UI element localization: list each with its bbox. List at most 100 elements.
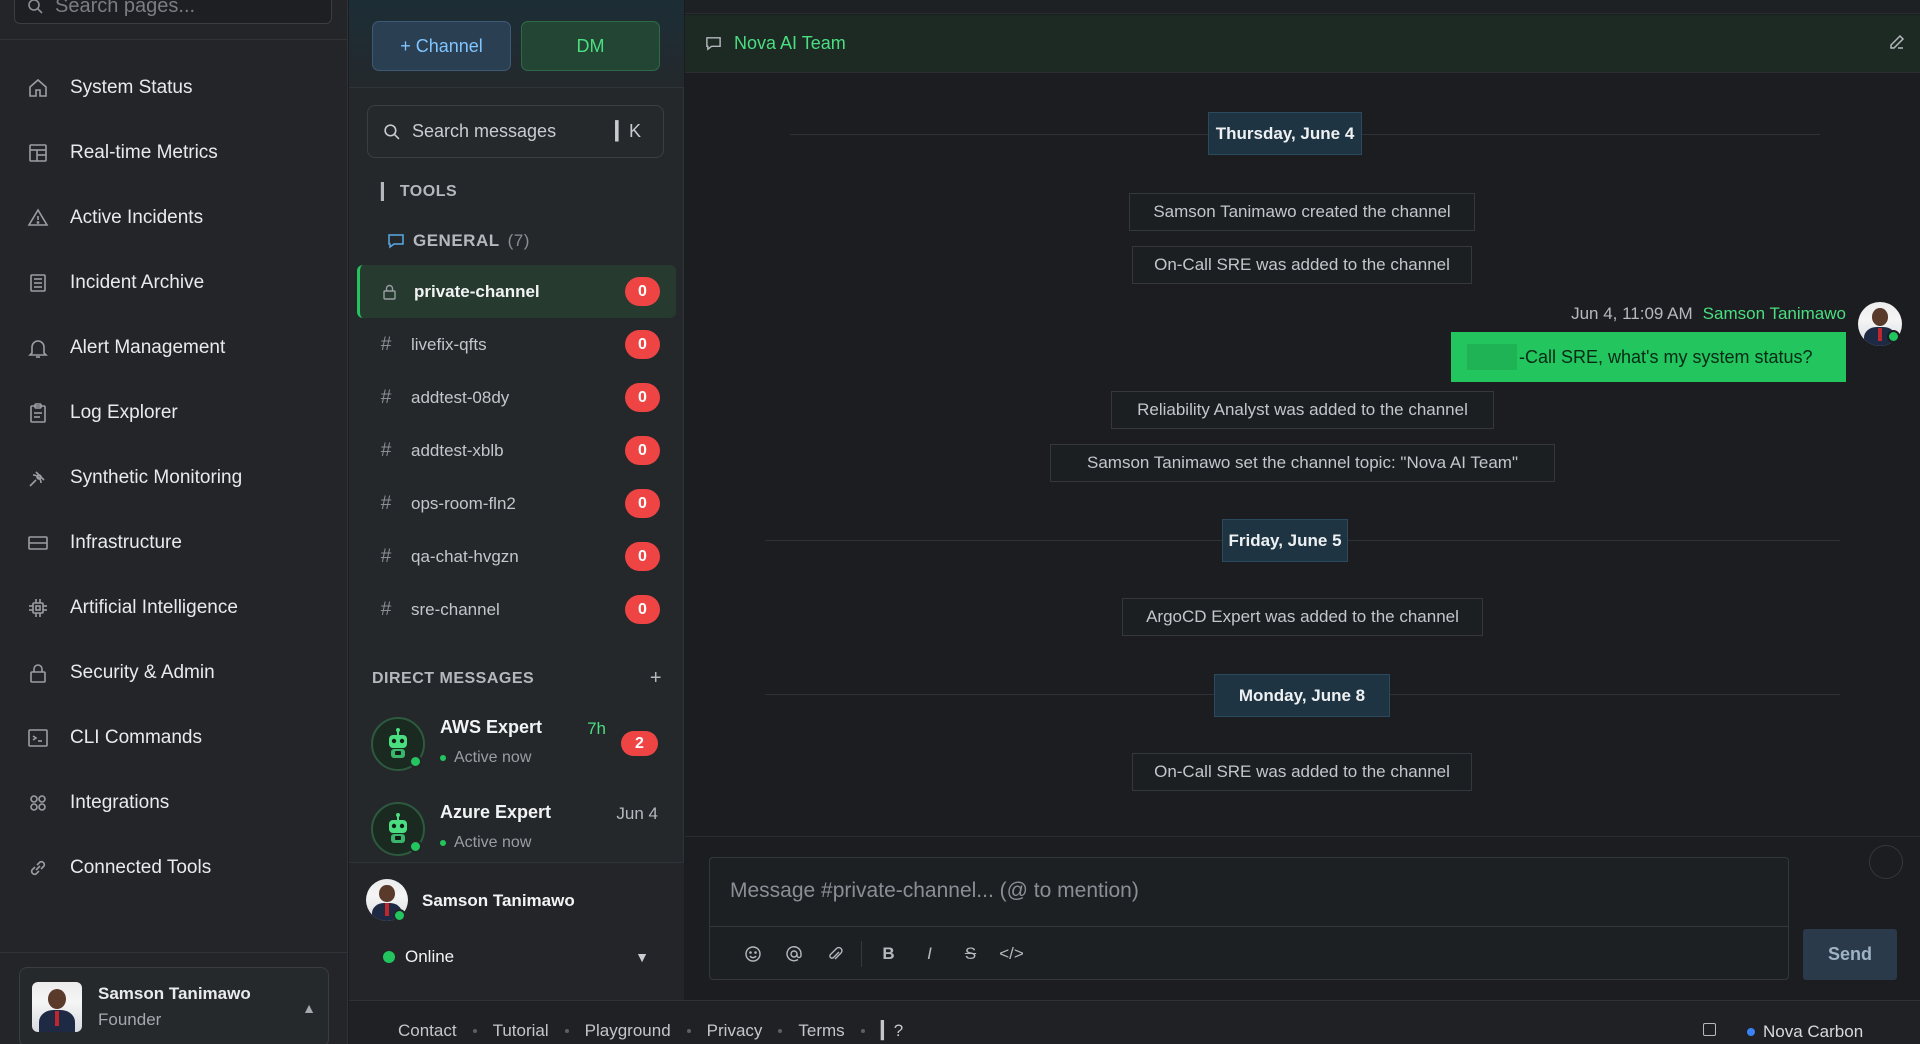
footer-link-contact[interactable]: Contact xyxy=(398,1021,457,1041)
channel-title: Nova AI Team xyxy=(734,33,846,53)
tools-label: TOOLS xyxy=(399,183,458,200)
nav-label: Security & Admin xyxy=(70,661,215,683)
code-button[interactable]: </> xyxy=(991,936,1032,972)
separator-dot xyxy=(778,1029,783,1033)
nav-item-infrastructure[interactable]: Infrastructure xyxy=(0,510,348,575)
unread-badge: 0 xyxy=(625,436,660,465)
online-status-icon xyxy=(383,951,395,963)
chat-bubble-icon xyxy=(387,232,405,250)
chevron-up-icon[interactable]: ▲ xyxy=(302,1000,316,1016)
footer-link-playground[interactable]: Playground xyxy=(585,1021,671,1041)
nav-item-connected-tools[interactable]: Connected Tools xyxy=(0,835,348,900)
page-search-input[interactable] xyxy=(55,0,305,18)
dashboard-icon xyxy=(26,141,50,165)
dm-item[interactable]: Azure Expert Jun 4 Active now xyxy=(349,792,684,872)
footer: Contact Tutorial Playground Privacy Term… xyxy=(349,1000,1920,1044)
channel-name: qa-chat-hvgzn xyxy=(411,546,519,566)
nav-item-alert-management[interactable]: Alert Management xyxy=(0,315,348,380)
user-profile-menu[interactable]: Samson Tanimawo Founder ▲ xyxy=(19,967,329,1044)
lock-icon xyxy=(26,661,50,685)
message-search[interactable]: ▎K xyxy=(367,105,664,158)
channel-item[interactable]: private-channel 0 xyxy=(357,265,676,318)
new-dm-button[interactable]: DM xyxy=(521,21,660,71)
message-author[interactable]: Samson Tanimawo xyxy=(1703,304,1846,324)
bell-icon xyxy=(26,336,50,360)
channel-item[interactable]: # livefix-qfts 0 xyxy=(357,318,676,371)
window-icon[interactable] xyxy=(1703,1023,1716,1036)
channel-item[interactable]: # addtest-xblb 0 xyxy=(357,424,676,477)
keyboard-shortcut: ▎K xyxy=(615,121,641,141)
channel-name: addtest-08dy xyxy=(411,387,510,407)
current-user-name: Samson Tanimawo xyxy=(422,891,575,910)
date-separator: Friday, June 5 xyxy=(1222,519,1348,562)
nav-item-system-status[interactable]: System Status xyxy=(0,55,348,120)
page-search[interactable] xyxy=(14,0,332,24)
nav-item-real-time-metrics[interactable]: Real-time Metrics xyxy=(0,120,348,185)
message-input[interactable] xyxy=(730,874,1770,908)
bold-button[interactable]: B xyxy=(868,936,909,972)
footer-link-terms[interactable]: Terms xyxy=(798,1021,844,1041)
channel-name: sre-channel xyxy=(411,599,500,619)
dm-header-label: DIRECT MESSAGES xyxy=(372,670,535,687)
general-section-header[interactable]: GENERAL (7) xyxy=(387,231,530,251)
grid-icon xyxy=(26,791,50,815)
message-meta: Jun 4, 11:09 AM Samson Tanimawo xyxy=(1571,304,1846,324)
message-bubble[interactable]: -Call SRE, what's my system status? xyxy=(1451,332,1846,382)
system-message: Reliability Analyst was added to the cha… xyxy=(1111,391,1494,429)
channel-sidebar: + Channel DM ▎K ▎ TOOLS GENERAL (7) priv… xyxy=(349,0,684,1044)
presence-indicator xyxy=(409,755,422,768)
tools-section-header[interactable]: ▎ TOOLS xyxy=(381,182,457,202)
status-selector[interactable]: Online xyxy=(383,947,454,967)
mention-icon[interactable] xyxy=(773,936,814,972)
hash-icon: # xyxy=(380,545,392,567)
chat-panel: Nova AI Team Thursday, June 4 Samson Tan… xyxy=(685,0,1920,1000)
message-search-input[interactable] xyxy=(412,121,612,142)
channel-item[interactable]: # ops-room-fln2 0 xyxy=(357,477,676,530)
lock-icon xyxy=(382,284,396,300)
chevron-down-icon[interactable]: ▼ xyxy=(635,949,649,965)
edit-icon[interactable] xyxy=(1888,33,1906,51)
dm-status: Active now xyxy=(440,749,531,767)
search-icon xyxy=(27,0,43,14)
scroll-button[interactable] xyxy=(1869,845,1903,879)
footer-link-tutorial[interactable]: Tutorial xyxy=(493,1021,549,1041)
channel-item[interactable]: # qa-chat-hvgzn 0 xyxy=(357,530,676,583)
strikethrough-button[interactable]: S xyxy=(950,936,991,972)
footer-links: Contact Tutorial Playground Privacy Term… xyxy=(398,1021,903,1041)
separator-dot xyxy=(564,1029,569,1033)
date-separator: Monday, June 8 xyxy=(1214,674,1390,717)
nav-item-security-admin[interactable]: Security & Admin xyxy=(0,640,348,705)
nav-item-active-incidents[interactable]: Active Incidents xyxy=(0,185,348,250)
attachment-icon[interactable] xyxy=(814,936,855,972)
new-channel-button[interactable]: + Channel xyxy=(372,21,511,71)
main-navigation: System Status Real-time Metrics Active I… xyxy=(0,0,348,1044)
nav-item-cli-commands[interactable]: CLI Commands xyxy=(0,705,348,770)
nav-item-artificial-intelligence[interactable]: Artificial Intelligence xyxy=(0,575,348,640)
nav-label: Real-time Metrics xyxy=(70,141,218,163)
nav-label: CLI Commands xyxy=(70,726,202,748)
divider xyxy=(0,39,348,40)
separator-dot xyxy=(686,1029,691,1033)
nav-item-synthetic-monitoring[interactable]: Synthetic Monitoring xyxy=(0,445,348,510)
nav-label: System Status xyxy=(70,76,193,98)
channel-item[interactable]: # sre-channel 0 xyxy=(357,583,676,636)
dm-item[interactable]: AWS Expert 7h 2 Active now xyxy=(349,707,684,787)
send-button[interactable]: Send xyxy=(1803,929,1897,980)
channel-item[interactable]: # addtest-08dy 0 xyxy=(357,371,676,424)
nav-item-log-explorer[interactable]: Log Explorer xyxy=(0,380,348,445)
unread-badge: 0 xyxy=(625,489,660,518)
nav-item-integrations[interactable]: Integrations xyxy=(0,770,348,835)
channel-name: addtest-xblb xyxy=(411,440,504,460)
add-dm-button[interactable]: + xyxy=(650,667,662,690)
system-message: On-Call SRE was added to the channel xyxy=(1132,753,1472,791)
italic-button[interactable]: I xyxy=(909,936,950,972)
divider xyxy=(710,926,1788,927)
footer-link-help[interactable]: ▎? xyxy=(881,1021,904,1041)
emoji-icon[interactable] xyxy=(732,936,773,972)
chat-header: Nova AI Team xyxy=(685,15,1920,73)
system-message: Samson Tanimawo created the channel xyxy=(1129,193,1475,231)
nav-item-incident-archive[interactable]: Incident Archive xyxy=(0,250,348,315)
terminal-icon xyxy=(26,726,50,750)
footer-link-privacy[interactable]: Privacy xyxy=(707,1021,763,1041)
nav-label: Synthetic Monitoring xyxy=(70,466,243,488)
